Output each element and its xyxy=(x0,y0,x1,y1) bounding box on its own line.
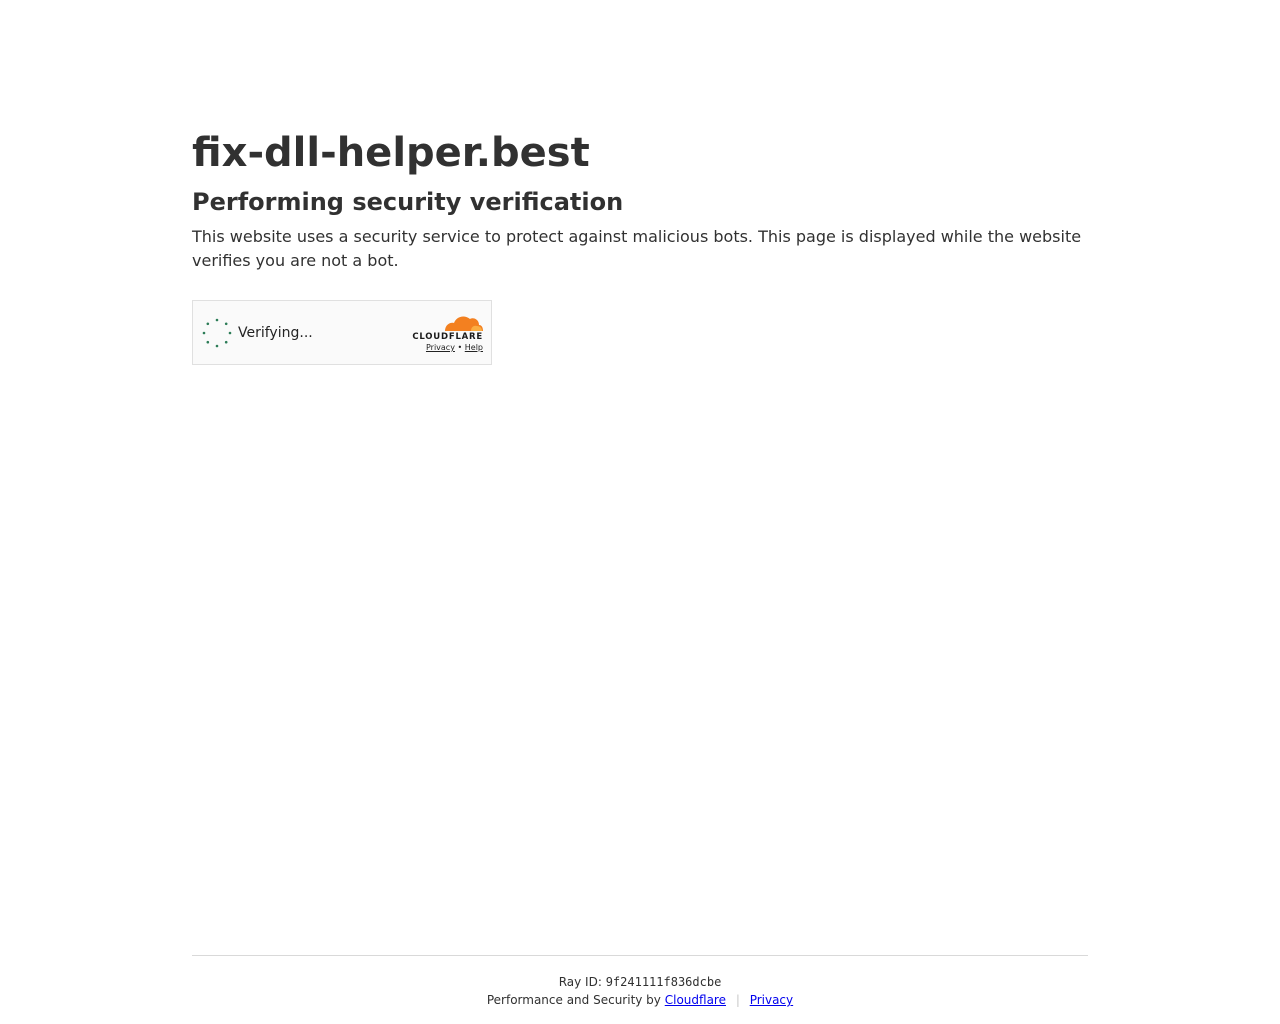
verifying-status: Verifying... xyxy=(238,325,313,341)
spinner-dot xyxy=(206,322,210,326)
spinner-dot xyxy=(215,344,219,348)
cloudflare-wordmark: CLOUDFLARE xyxy=(412,332,483,341)
widget-links: Privacy • Help xyxy=(403,343,483,353)
ray-id-line: Ray ID: 9f241111f836dcbe xyxy=(192,974,1088,990)
performance-line: Performance and Security by Cloudflare |… xyxy=(192,992,1088,1008)
footer-privacy-link[interactable]: Privacy xyxy=(750,993,793,1007)
verification-heading: Performing security verification xyxy=(192,188,624,216)
widget-privacy-link[interactable]: Privacy xyxy=(426,343,455,352)
spinner-dot xyxy=(202,331,206,335)
cloudflare-branding: CLOUDFLARE Privacy • Help xyxy=(403,311,483,353)
widget-help-link[interactable]: Help xyxy=(465,343,483,352)
verification-description: This website uses a security service to … xyxy=(192,227,1082,270)
loading-spinner-icon xyxy=(202,318,232,348)
turnstile-widget[interactable]: Verifying... CLOUDFLARE Privacy • Help xyxy=(192,300,492,365)
cloudflare-link[interactable]: Cloudflare xyxy=(665,993,726,1007)
main-content: fix-dll-helper.best Performing security … xyxy=(192,128,1088,273)
footer-separator: | xyxy=(735,993,740,1007)
performance-text: Performance and Security by xyxy=(486,993,661,1007)
links-bullet: • xyxy=(457,343,463,352)
spinner-dot xyxy=(228,331,232,335)
footer: Ray ID: 9f241111f836dcbe Performance and… xyxy=(192,955,1088,1008)
site-domain-title: fix-dll-helper.best xyxy=(192,130,590,176)
spinner-dot xyxy=(224,340,228,344)
ray-id-value: 9f241111f836dcbe xyxy=(605,975,722,989)
spinner-dot xyxy=(206,340,210,344)
spinner-dot xyxy=(224,322,228,326)
cloudflare-logo-icon: CLOUDFLARE xyxy=(412,316,483,341)
ray-id-label: Ray ID: xyxy=(558,975,602,989)
spinner-dot xyxy=(215,318,219,322)
